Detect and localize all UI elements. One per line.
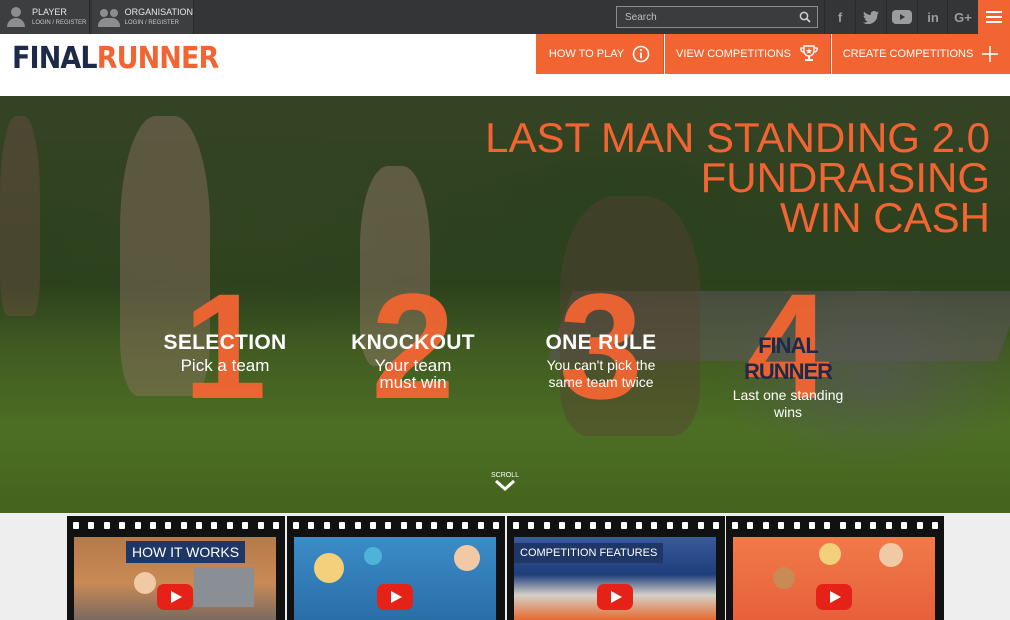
google-plus-icon[interactable]: G+ xyxy=(947,0,978,34)
video-thumbnail xyxy=(294,537,496,620)
film-holes xyxy=(732,522,938,529)
step-1: 1 SELECTION Pick a team xyxy=(150,271,300,421)
video-thumbnail xyxy=(733,537,935,620)
film-holes xyxy=(513,522,719,529)
main-nav: FINALRUNNER HOW TO PLAY VIEW COMPETITION… xyxy=(0,34,1010,96)
search-box xyxy=(616,6,818,28)
play-button-icon[interactable] xyxy=(377,584,413,610)
linkedin-icon[interactable]: in xyxy=(917,0,948,34)
step-3-description: You can't pick the same team twice xyxy=(546,357,656,390)
decorative-bubble xyxy=(364,547,382,565)
office-equipment xyxy=(194,567,254,607)
cartoon-man xyxy=(454,545,480,571)
cartoon-character xyxy=(819,543,841,565)
scroll-indicator[interactable]: SCROLL xyxy=(490,472,520,493)
video-four[interactable] xyxy=(726,516,944,620)
info-icon xyxy=(632,45,650,63)
twitter-bird-icon xyxy=(863,10,879,24)
view-competitions-button[interactable]: VIEW COMPETITIONS xyxy=(665,34,831,74)
play-button-icon[interactable] xyxy=(157,584,193,610)
player-login-link[interactable]: PLAYER LOGIN / REGISTER xyxy=(0,0,90,34)
final-runner-logo[interactable]: FINALRUNNER xyxy=(12,41,220,76)
video-two[interactable] xyxy=(287,516,505,620)
top-bar: PLAYER LOGIN / REGISTER ORGANISATION LOG… xyxy=(0,0,1010,34)
youtube-icon[interactable] xyxy=(886,0,917,34)
video-strip: HOW IT WORKS COMPETITION FEATURES xyxy=(0,513,1010,620)
organisation-icon xyxy=(98,6,120,28)
video-competition-features[interactable]: COMPETITION FEATURES xyxy=(507,516,725,620)
step-1-title: SELECTION xyxy=(163,331,287,354)
hero-headline: LAST MAN STANDING 2.0 FUNDRAISING WIN CA… xyxy=(485,114,990,241)
hero-player-edge xyxy=(0,116,40,316)
video-title: HOW IT WORKS xyxy=(126,541,246,563)
step-2-title: KNOCKOUT xyxy=(351,331,475,354)
logo-part-runner: RUNNER xyxy=(96,41,220,76)
video-title: COMPETITION FEATURES xyxy=(514,543,664,563)
video-thumbnail: HOW IT WORKS xyxy=(74,537,276,620)
how-to-play-button[interactable]: HOW TO PLAY xyxy=(536,34,664,74)
hero-banner: LAST MAN STANDING 2.0 FUNDRAISING WIN CA… xyxy=(0,96,1010,513)
scroll-label: SCROLL xyxy=(490,472,519,479)
how-to-play-label: HOW TO PLAY xyxy=(548,48,625,60)
player-icon xyxy=(6,6,26,28)
logo-part-final: FINAL xyxy=(12,41,98,76)
cartoon-character xyxy=(134,572,156,594)
film-holes xyxy=(73,522,279,529)
step-4-description: Last one standing wins xyxy=(732,387,844,420)
step-4-title: FINAL RUNNER xyxy=(743,333,833,384)
twitter-icon[interactable] xyxy=(855,0,886,34)
organisation-login-register: LOGIN / REGISTER xyxy=(124,20,179,26)
facebook-glyph: f xyxy=(837,9,843,25)
cartoon-woman xyxy=(314,553,344,583)
video-thumbnail: COMPETITION FEATURES xyxy=(514,537,716,620)
player-login-register: LOGIN / REGISTER xyxy=(32,20,87,26)
organisation-login-link[interactable]: ORGANISATION LOGIN / REGISTER xyxy=(92,0,194,34)
create-competitions-button[interactable]: CREATE COMPETITIONS xyxy=(832,34,1010,74)
film-holes xyxy=(293,522,499,529)
play-button-icon[interactable] xyxy=(816,584,852,610)
video-how-it-works[interactable]: HOW IT WORKS xyxy=(67,516,285,620)
step-2: 2 KNOCKOUT Your team must win xyxy=(338,271,488,421)
step-4: 4 FINAL RUNNER Last one standing wins xyxy=(713,271,863,421)
chevron-down-icon xyxy=(495,479,515,492)
create-competitions-label: CREATE COMPETITIONS xyxy=(842,48,974,60)
headline-line-2: FUNDRAISING xyxy=(700,154,990,201)
headline-line-3: WIN CASH xyxy=(780,194,990,241)
play-button-icon[interactable] xyxy=(597,584,633,610)
linkedin-glyph: in xyxy=(927,9,939,25)
plus-icon xyxy=(982,46,999,62)
headline-line-1: LAST MAN STANDING 2.0 xyxy=(485,114,990,161)
hamburger-menu-icon[interactable] xyxy=(978,0,1010,34)
player-title: PLAYER xyxy=(32,7,67,17)
step-3: 3 ONE RULE You can't pick the same team … xyxy=(526,271,676,421)
step-1-description: Pick a team xyxy=(180,356,270,375)
search-icon[interactable] xyxy=(799,11,811,23)
cartoon-character xyxy=(773,567,795,589)
trophy-icon xyxy=(800,45,818,61)
search-input[interactable] xyxy=(617,11,793,23)
cartoon-character xyxy=(879,543,903,567)
view-competitions-label: VIEW COMPETITIONS xyxy=(676,48,791,60)
step-2-description: Your team must win xyxy=(374,356,452,392)
youtube-logo-icon xyxy=(892,10,912,24)
step-3-title: ONE RULE xyxy=(545,331,657,354)
organisation-title: ORGANISATION xyxy=(124,7,193,17)
facebook-icon[interactable]: f xyxy=(824,0,855,34)
google-plus-glyph: G+ xyxy=(954,9,972,25)
